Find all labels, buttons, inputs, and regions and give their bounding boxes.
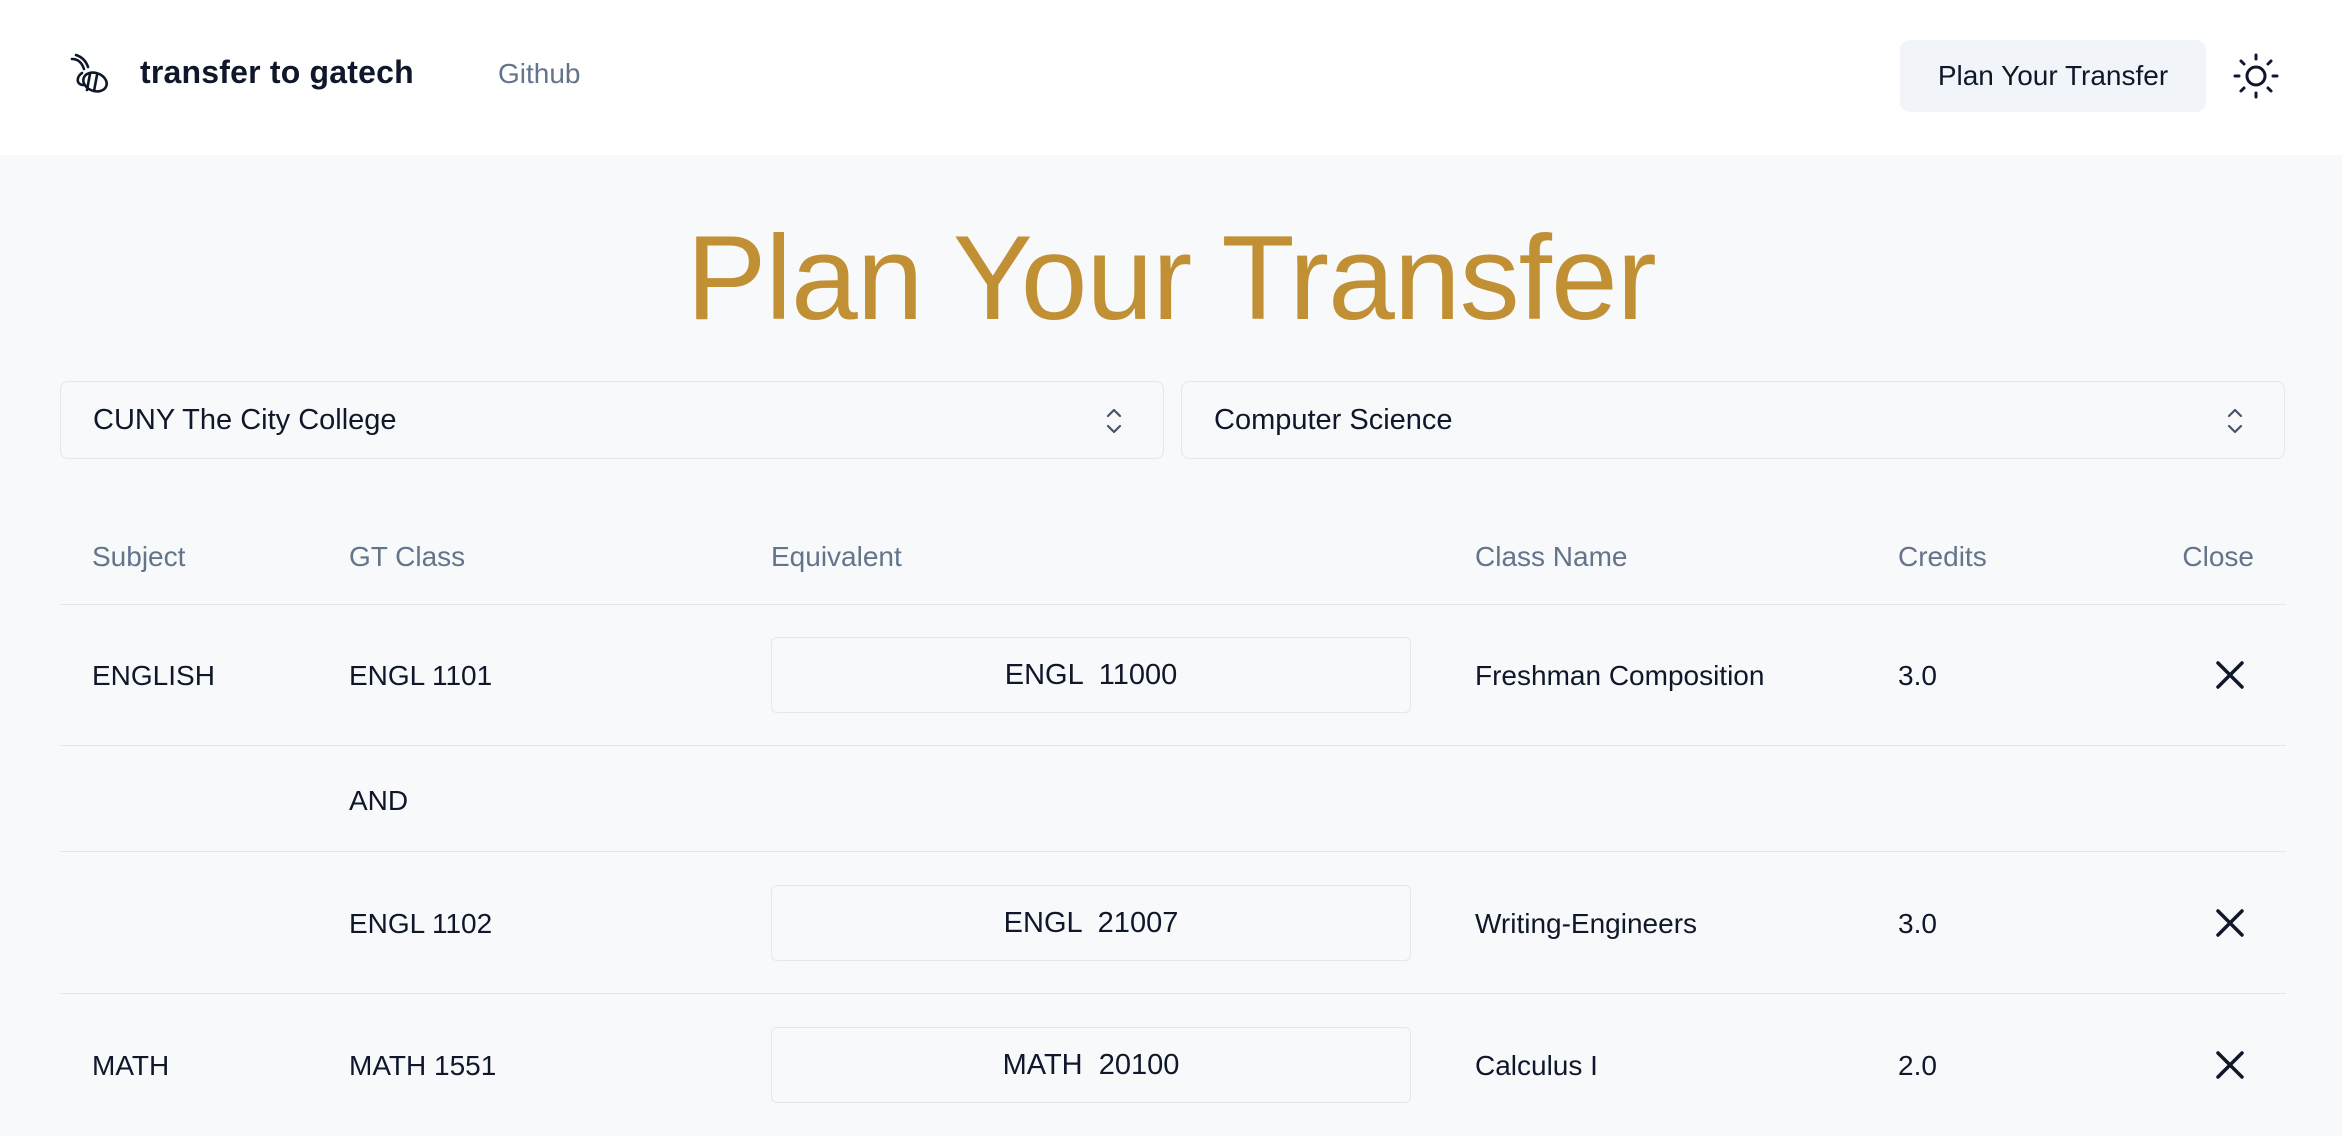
equivalent-course-select[interactable]: MATH 20100 bbox=[771, 1027, 1411, 1103]
header-gt-class: GT Class bbox=[349, 541, 466, 572]
chevron-up-down-icon bbox=[1106, 408, 1122, 434]
sun-icon bbox=[2233, 53, 2279, 99]
cell-credits: 3.0 bbox=[1898, 908, 1937, 939]
table-header-row: Subject GT Class Equivalent Class Name C… bbox=[60, 505, 2286, 605]
remove-row-button[interactable] bbox=[2212, 1047, 2248, 1083]
remove-row-button[interactable] bbox=[2212, 905, 2248, 941]
close-icon bbox=[2216, 661, 2244, 689]
table-row: ENGLISH ENGL 1101 ENGL 11000 Freshman Co… bbox=[60, 605, 2286, 746]
school-select[interactable]: CUNY The City College bbox=[60, 381, 1164, 459]
header-subject: Subject bbox=[92, 541, 186, 572]
header-class-name: Class Name bbox=[1475, 541, 1628, 572]
cell-gt-class: ENGL 1101 bbox=[349, 660, 493, 691]
cell-credits: 3.0 bbox=[1898, 660, 1937, 691]
cell-class-name: Calculus I bbox=[1475, 1050, 1598, 1081]
equivalent-course-select[interactable]: ENGL 21007 bbox=[771, 885, 1411, 961]
theme-toggle-button[interactable] bbox=[2230, 50, 2282, 102]
close-icon bbox=[2216, 909, 2244, 937]
nav-github-link[interactable]: Github bbox=[498, 58, 581, 90]
plan-your-transfer-button[interactable]: Plan Your Transfer bbox=[1900, 40, 2206, 112]
cell-gt-class: MATH 1551 bbox=[349, 1050, 497, 1081]
cell-subject: ENGLISH bbox=[92, 660, 215, 691]
chevron-up-down-icon bbox=[2227, 408, 2243, 434]
cell-class-name: Freshman Composition bbox=[1475, 660, 1765, 691]
connector-and: AND bbox=[349, 785, 409, 816]
header-close: Close bbox=[2182, 541, 2254, 572]
equivalent-course-select[interactable]: ENGL 11000 bbox=[771, 637, 1411, 713]
cell-subject: MATH bbox=[92, 1050, 170, 1081]
table-row: ENGL 1102 ENGL 21007 Writing-Engineers 3… bbox=[60, 852, 2286, 994]
cell-credits: 2.0 bbox=[1898, 1050, 1937, 1081]
header-credits: Credits bbox=[1898, 541, 1987, 572]
cell-gt-class: ENGL 1102 bbox=[349, 908, 493, 939]
top-navbar: transfer to gatech Github Plan Your Tran… bbox=[0, 0, 2342, 155]
close-icon bbox=[2216, 1051, 2244, 1079]
table-row-connector: AND bbox=[60, 746, 2286, 852]
cell-class-name: Writing-Engineers bbox=[1475, 908, 1698, 939]
remove-row-button[interactable] bbox=[2212, 657, 2248, 693]
school-select-value: CUNY The City College bbox=[93, 403, 397, 436]
major-select[interactable]: Computer Science bbox=[1181, 381, 2285, 459]
header-equivalent: Equivalent bbox=[771, 541, 902, 572]
page-title: Plan Your Transfer bbox=[686, 211, 1656, 345]
table-row: MATH MATH 1551 MATH 20100 Calculus I 2.0 bbox=[60, 994, 2286, 1136]
brand-title[interactable]: transfer to gatech bbox=[140, 54, 414, 91]
major-select-value: Computer Science bbox=[1214, 403, 1453, 436]
bee-icon[interactable] bbox=[66, 51, 114, 99]
